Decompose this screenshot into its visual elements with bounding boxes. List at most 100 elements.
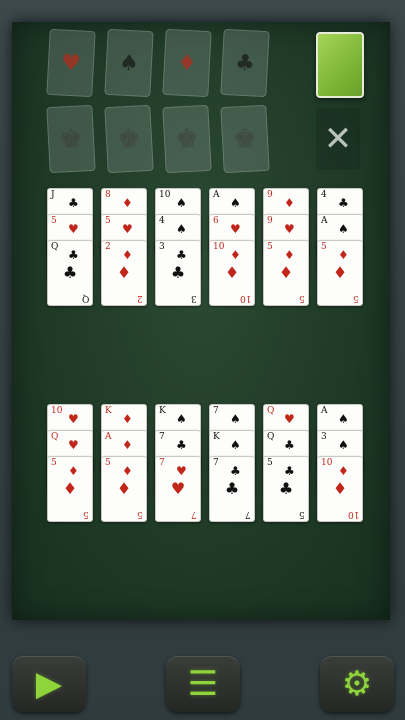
card-suit-icon: ♠	[338, 222, 349, 236]
king-icon: ♚	[232, 123, 258, 155]
card-rank: A	[321, 406, 328, 416]
card-rank: 10	[159, 190, 171, 200]
king-icon: ♚	[174, 123, 200, 155]
card-rank: K	[105, 406, 112, 416]
card-suit-icon: ♥	[68, 412, 79, 426]
play-icon: ▶	[35, 664, 63, 704]
club-icon: ♣	[234, 50, 256, 76]
card-rank: 6	[213, 216, 219, 226]
foundation-king-slot[interactable]: ♚	[104, 104, 154, 174]
card-rank-inverted: 5	[83, 509, 89, 519]
foundation-spades[interactable]: ♠	[104, 28, 154, 98]
spade-icon: ♠	[118, 50, 140, 76]
card-rank: 5	[51, 458, 57, 468]
card-rank: A	[213, 190, 220, 200]
playing-card[interactable]: 5 ♦ ♦ 5	[47, 456, 93, 522]
playing-card[interactable]: 7 ♣ ♣ 7	[209, 456, 255, 522]
card-rank-inverted: Q	[81, 293, 89, 303]
card-suit-icon: ♣	[176, 438, 187, 452]
card-suit-icon: ♣	[284, 438, 295, 452]
card-rank: 5	[105, 216, 111, 226]
foundation-king-slot[interactable]: ♚	[162, 104, 212, 174]
card-rank: 7	[159, 432, 165, 442]
card-center-suit-icon: ♣	[224, 479, 240, 498]
foundation-hearts[interactable]: ♥	[46, 28, 96, 98]
king-icon: ♚	[116, 123, 142, 155]
card-suit-icon: ♥	[68, 438, 79, 452]
card-suit-icon: ♠	[230, 412, 241, 426]
stock-pile[interactable]	[316, 32, 364, 98]
playing-card[interactable]: 10 ♦ ♦ 10	[317, 456, 363, 522]
playing-card[interactable]: 2 ♦ ♦ 2	[101, 240, 147, 306]
foundation-diamonds[interactable]: ♦	[162, 28, 212, 98]
menu-button[interactable]: ☰	[166, 656, 240, 712]
card-rank: Q	[51, 432, 59, 442]
card-rank: 5	[267, 242, 273, 252]
card-rank: K	[159, 406, 166, 416]
playing-card[interactable]: 3 ♣ ♣ 3	[155, 240, 201, 306]
card-rank: 10	[213, 242, 225, 252]
foundation-king-slot[interactable]: ♚	[220, 104, 270, 174]
card-suit-icon: ♠	[176, 412, 187, 426]
playing-card[interactable]: 5 ♦ ♦ 5	[317, 240, 363, 306]
foundation-clubs[interactable]: ♣	[220, 28, 270, 98]
card-rank: 9	[267, 216, 273, 226]
card-center-suit-icon: ♦	[332, 479, 348, 498]
card-rank: 10	[51, 406, 63, 416]
card-suit-icon: ♥	[68, 222, 79, 236]
gear-icon: ⚙	[341, 664, 373, 704]
card-suit-icon: ♠	[176, 222, 187, 236]
card-rank-inverted: 7	[191, 509, 197, 519]
card-rank: K	[213, 432, 220, 442]
card-suit-icon: ♦	[122, 248, 133, 262]
playing-card[interactable]: 5 ♣ ♣ 5	[263, 456, 309, 522]
card-center-suit-icon: ♦	[116, 479, 132, 498]
card-center-suit-icon: ♣	[62, 263, 78, 282]
settings-button[interactable]: ⚙	[320, 656, 394, 712]
foundation-king-slot[interactable]: ♚	[46, 104, 96, 174]
card-center-suit-icon: ♦	[278, 263, 294, 282]
card-rank: Q	[267, 406, 275, 416]
card-suit-icon: ♠	[338, 412, 349, 426]
card-suit-icon: ♦	[338, 248, 349, 262]
close-icon: ✕	[323, 119, 353, 159]
card-center-suit-icon: ♦	[62, 479, 78, 498]
card-suit-icon: ♣	[284, 464, 295, 478]
waste-pile[interactable]: ✕	[316, 108, 360, 170]
card-center-suit-icon: ♣	[278, 479, 294, 498]
card-rank-inverted: 7	[245, 509, 251, 519]
card-rank-inverted: 5	[137, 509, 143, 519]
play-button[interactable]: ▶	[12, 656, 86, 712]
card-suit-icon: ♦	[68, 464, 79, 478]
card-suit-icon: ♣	[68, 196, 79, 210]
card-suit-icon: ♥	[230, 222, 241, 236]
card-rank: 2	[105, 242, 111, 252]
card-rank-inverted: 5	[299, 293, 305, 303]
card-center-suit-icon: ♦	[332, 263, 348, 282]
playing-card[interactable]: 7 ♥ ♥ 7	[155, 456, 201, 522]
card-suit-icon: ♦	[230, 248, 241, 262]
card-suit-icon: ♣	[68, 248, 79, 262]
card-suit-icon: ♠	[338, 438, 349, 452]
diamond-icon: ♦	[176, 50, 198, 76]
card-suit-icon: ♣	[230, 464, 241, 478]
card-rank: 8	[105, 190, 111, 200]
card-suit-icon: ♦	[122, 412, 133, 426]
card-suit-icon: ♦	[122, 438, 133, 452]
playing-card[interactable]: Q ♣ ♣ Q	[47, 240, 93, 306]
playing-card[interactable]: 5 ♦ ♦ 5	[263, 240, 309, 306]
card-rank: 10	[321, 458, 333, 468]
card-suit-icon: ♠	[176, 196, 187, 210]
card-rank: 7	[213, 406, 219, 416]
card-center-suit-icon: ♥	[170, 479, 186, 498]
playing-card[interactable]: 5 ♦ ♦ 5	[101, 456, 147, 522]
card-rank: 7	[213, 458, 219, 468]
card-suit-icon: ♦	[284, 196, 295, 210]
card-suit-icon: ♦	[284, 248, 295, 262]
card-rank-inverted: 10	[239, 293, 251, 303]
card-rank-inverted: 3	[191, 293, 197, 303]
card-rank-inverted: 5	[353, 293, 359, 303]
playing-card[interactable]: 10 ♦ ♦ 10	[209, 240, 255, 306]
card-rank: 3	[159, 242, 165, 252]
card-suit-icon: ♣	[338, 196, 349, 210]
